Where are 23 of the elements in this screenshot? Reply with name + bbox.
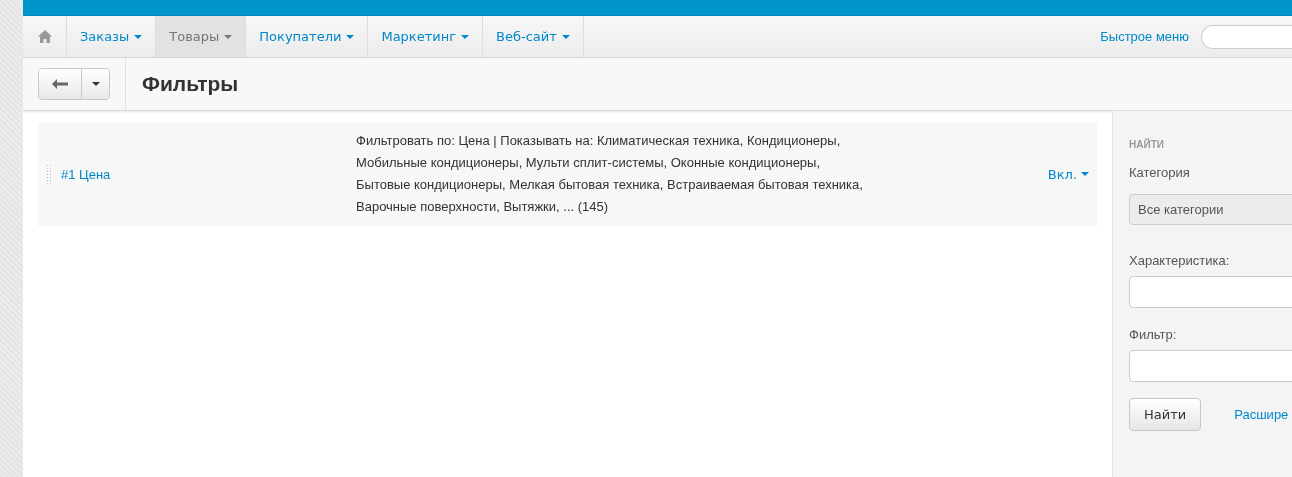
search-field[interactable] xyxy=(1201,24,1292,49)
category-select[interactable]: Все категории xyxy=(1129,194,1292,225)
input-field[interactable] xyxy=(1129,350,1292,382)
back-button[interactable] xyxy=(39,69,82,99)
nav-tab[interactable]: Товары xyxy=(156,16,247,57)
sidebar-heading: НАЙТИ xyxy=(1129,139,1164,150)
nav-tab[interactable]: Покупатели xyxy=(246,16,369,57)
filter-description: Фильтровать по: Цена | Показывать на: Климатическая техника, Кондиционеры, Мобильные кондиционеры, Мульти сплит-системы, Оконные кондиционеры, Бытовые кондиционеры, Мелкая бытовая техника, Встраиваемая бытовая техника, Варочные поверхности, Вытяжки, ... (145) xyxy=(356,132,864,216)
field-label: Категория xyxy=(1129,165,1190,180)
find-button[interactable]: Найти xyxy=(1129,398,1202,431)
status-dropdown[interactable]: Вкл. xyxy=(1047,166,1089,182)
advanced-search-link[interactable]: Расшире xyxy=(1234,407,1289,422)
page-title: Фильтры xyxy=(125,58,239,110)
field-label: Фильтр: xyxy=(1129,327,1177,342)
nav-tab[interactable]: Веб-сайт xyxy=(483,16,584,57)
field-label: Характеристика: xyxy=(1129,253,1230,268)
nav-tab[interactable]: Маркетинг xyxy=(368,16,484,57)
home-icon xyxy=(37,30,52,43)
input-field[interactable] xyxy=(1129,276,1292,308)
quick-menu-link[interactable]: Быстрое меню xyxy=(1100,29,1189,44)
back-arrow-icon xyxy=(52,79,68,89)
dropdown-button[interactable] xyxy=(82,69,109,99)
filter-link[interactable]: #1 Цена xyxy=(61,166,356,182)
